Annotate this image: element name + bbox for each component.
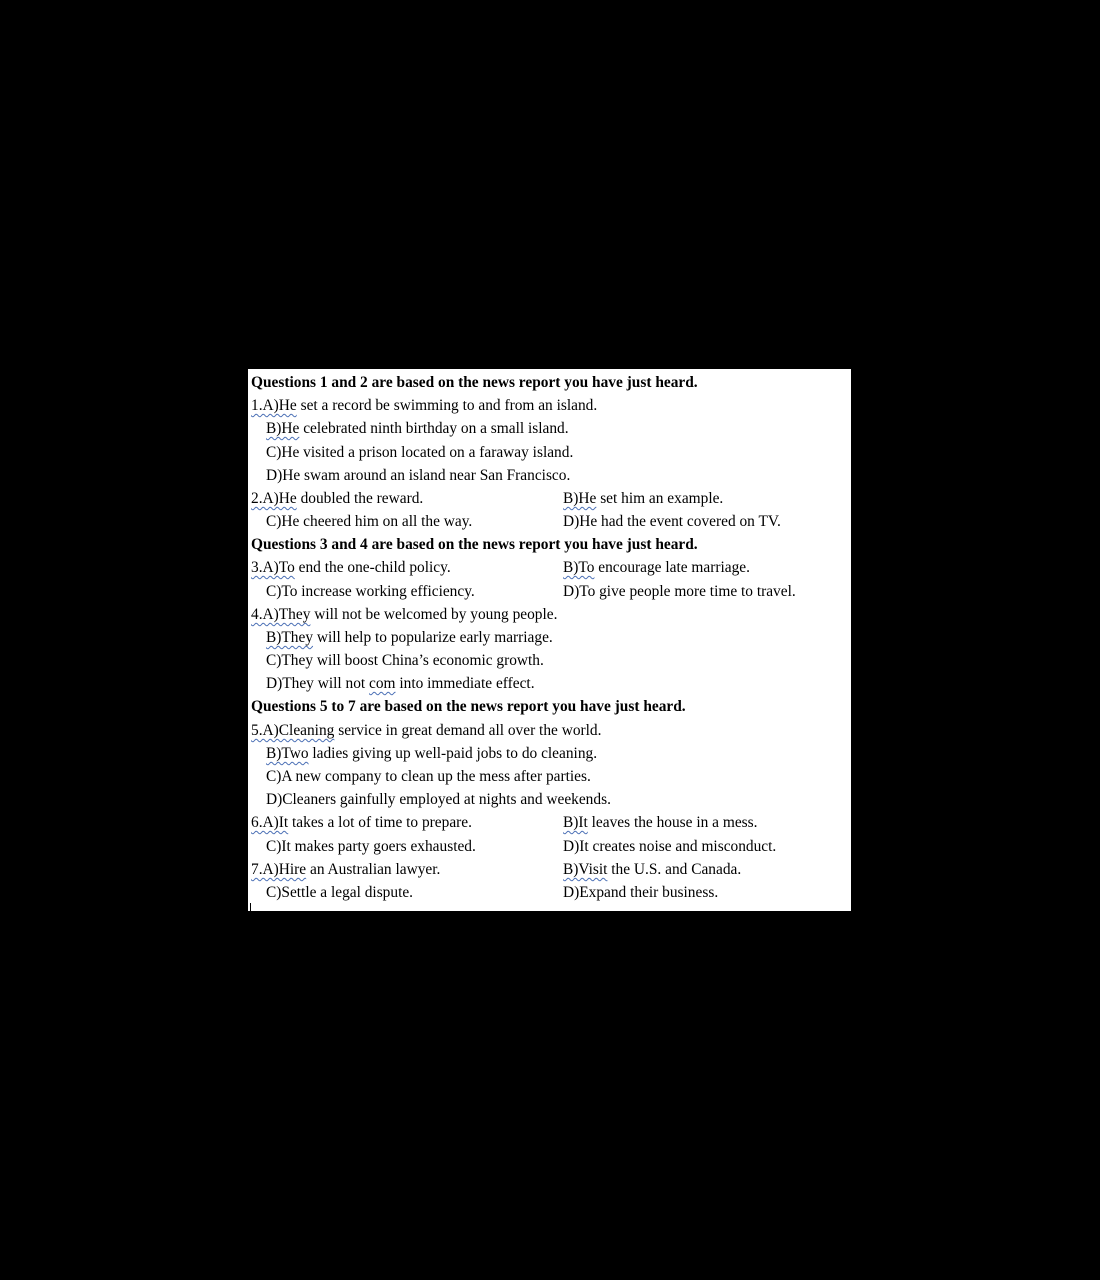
q3-option-a: 3.A)To end the one-child policy. — [251, 556, 451, 579]
q5-option-d: D)Cleaners gainfully employed at nights … — [266, 791, 611, 808]
q7-option-c: C)Settle a legal dispute. — [266, 884, 414, 901]
section-heading-1: Questions 1 and 2 are based on the news … — [251, 374, 698, 391]
q2-b-text: set him an example. — [596, 490, 724, 507]
q5-option-b: B)Two ladies giving up well-paid jobs to… — [266, 742, 597, 765]
q1-b-mark: B)He — [266, 420, 300, 437]
q7-a-text: an Australian lawyer. — [306, 861, 441, 878]
q6-b-mark: B)It — [563, 814, 588, 831]
q7-option-d: D)Expand their business. — [563, 884, 719, 901]
q4-d-text-end: into immediate effect. — [395, 675, 535, 692]
q5-a-text: service in great demand all over the wor… — [334, 722, 602, 739]
q7-b-mark: B)Visit — [563, 861, 608, 878]
q3-a-text: end the one-child policy. — [294, 559, 451, 576]
q1-option-a: 1.A)He set a record be swimming to and f… — [251, 394, 597, 417]
q4-option-c: C)They will boost China’s economic growt… — [266, 652, 544, 669]
q4-d-text-start: D)They will not — [266, 675, 370, 692]
q6-a-mark: 6.A)It — [251, 814, 289, 831]
section-heading-3: Questions 5 to 7 are based on the news r… — [251, 698, 686, 715]
q4-b-mark: B)They — [266, 629, 314, 646]
q6-option-c: C)It makes party goers exhausted. — [266, 838, 476, 855]
q7-a-mark: 7.A)Hire — [251, 861, 307, 878]
q7-option-a: 7.A)Hire an Australian lawyer. — [251, 858, 440, 881]
q4-option-a: 4.A)They will not be welcomed by young p… — [251, 603, 557, 626]
q1-option-c: C)He visited a prison located on a faraw… — [266, 444, 574, 461]
q5-a-mark: 5.A)Cleaning — [251, 722, 335, 739]
q4-a-text: will not be welcomed by young people. — [310, 606, 558, 623]
q1-a-mark: 1.A)He — [251, 397, 297, 414]
section-heading-2: Questions 3 and 4 are based on the news … — [251, 536, 698, 553]
q3-option-b: B)To encourage late marriage. — [563, 556, 750, 579]
q2-option-d: D)He had the event covered on TV. — [563, 513, 781, 530]
q5-option-c: C)A new company to clean up the mess aft… — [266, 768, 591, 785]
q2-option-c: C)He cheered him on all the way. — [266, 513, 473, 530]
q3-option-d: D)To give people more time to travel. — [563, 583, 796, 600]
q4-b-text: will help to popularize early marriage. — [313, 629, 553, 646]
q2-a-mark: 2.A)He — [251, 490, 297, 507]
q7-option-b: B)Visit the U.S. and Canada. — [563, 858, 741, 881]
q5-option-a: 5.A)Cleaning service in great demand all… — [251, 719, 601, 742]
q1-b-text: celebrated ninth birthday on a small isl… — [299, 420, 569, 437]
q2-a-text: doubled the reward. — [296, 490, 424, 507]
q6-option-a: 6.A)It takes a lot of time to prepare. — [251, 811, 472, 834]
document-page: Questions 1 and 2 are based on the news … — [248, 369, 851, 911]
q6-option-b: B)It leaves the house in a mess. — [563, 811, 757, 834]
q1-a-text: set a record be swimming to and from an … — [296, 397, 598, 414]
q4-a-mark: 4.A)They — [251, 606, 311, 623]
q3-a-mark: 3.A)To — [251, 559, 295, 576]
q4-option-d: D)They will not com into immediate effec… — [266, 672, 535, 695]
q6-option-d: D)It creates noise and misconduct. — [563, 838, 777, 855]
q2-b-mark: B)He — [563, 490, 597, 507]
q4-option-b: B)They will help to popularize early mar… — [266, 626, 553, 649]
q7-b-text: the U.S. and Canada. — [607, 861, 742, 878]
q4-d-misspelled-word: com — [369, 675, 396, 692]
q1-option-b: B)He celebrated ninth birthday on a smal… — [266, 417, 569, 440]
q5-b-text: ladies giving up well-paid jobs to do cl… — [308, 745, 598, 762]
q3-b-mark: B)To — [563, 559, 595, 576]
text-cursor — [250, 903, 251, 911]
q6-a-text: takes a lot of time to prepare. — [288, 814, 472, 831]
q2-option-b: B)He set him an example. — [563, 487, 723, 510]
q5-b-mark: B)Two — [266, 745, 309, 762]
q3-option-c: C)To increase working efficiency. — [266, 583, 475, 600]
q6-b-text: leaves the house in a mess. — [587, 814, 758, 831]
q1-option-d: D)He swam around an island near San Fran… — [266, 467, 571, 484]
q2-option-a: 2.A)He doubled the reward. — [251, 487, 423, 510]
q3-b-text: encourage late marriage. — [594, 559, 750, 576]
